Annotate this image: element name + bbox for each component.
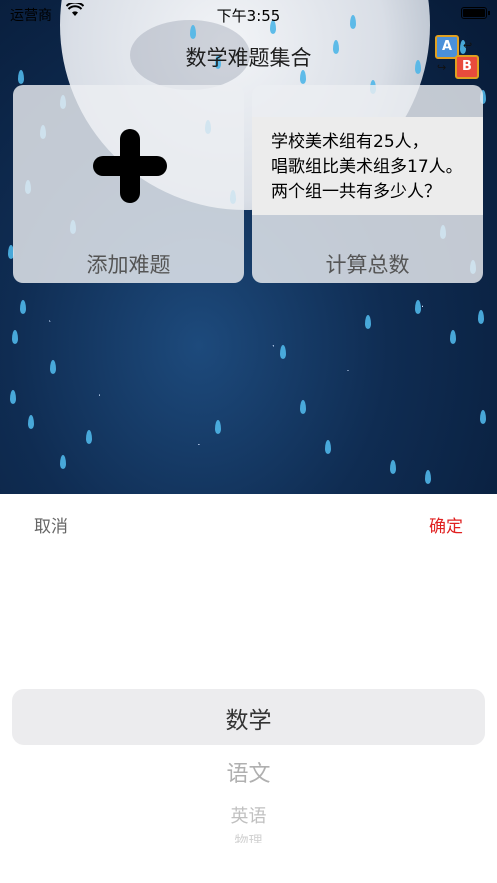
subject-picker: 取消 确定 数学 语文 英语 物理 [0,494,497,883]
raindrop [60,455,66,469]
raindrop [365,315,371,329]
arrow-left-icon: ↪ [437,61,447,74]
raindrop [300,400,306,414]
status-time: 下午3:55 [216,7,281,25]
raindrop [10,390,16,404]
battery-icon [461,7,490,19]
question-line: 两个组一共有多少人？ [271,182,441,202]
picker-option[interactable]: 英语 [0,802,497,828]
raindrop [415,300,421,314]
raindrop [300,70,306,84]
raindrop [425,470,431,484]
raindrop [325,440,331,454]
raindrop [390,460,396,474]
status-bar: 运营商 下午3:55 [0,0,497,28]
plus-icon [93,129,167,203]
calculate-total-card[interactable]: 学校美术组有25人， 唱歌组比美术组多17人。 两个组一共有多少人？ 计算总数 [252,85,483,283]
raindrop [20,300,26,314]
confirm-button[interactable]: 确定 [429,512,463,537]
raindrop [478,310,484,324]
arrow-right-icon: ↩ [463,39,473,52]
raindrop [86,430,92,444]
raindrop [12,330,18,344]
raindrop [50,360,56,374]
calculate-total-label: 计算总数 [325,253,410,277]
raindrop [480,410,486,424]
page-title: 数学难题集合 [185,46,312,70]
switch-b-label: B [455,55,479,79]
raindrop [28,415,34,429]
question-line: 学校美术组有25人， [271,132,429,152]
add-problem-card[interactable]: 添加难题 [13,85,244,283]
picker-option[interactable]: 语文 [0,756,497,788]
a-b-switch-icon[interactable]: A B ↩ ↪ [435,35,481,79]
raindrop [215,420,221,434]
raindrop [450,330,456,344]
add-problem-label: 添加难题 [86,253,171,277]
question-text-box: 学校美术组有25人， 唱歌组比美术组多17人。 两个组一共有多少人？ [252,117,483,215]
question-line: 唱歌组比美术组多17人。 [271,157,463,177]
raindrop [18,70,24,84]
raindrop [280,345,286,359]
picker-option[interactable]: 物理 [0,831,497,843]
picker-option-selected[interactable]: 数学 [0,701,497,735]
cancel-button[interactable]: 取消 [34,512,68,537]
